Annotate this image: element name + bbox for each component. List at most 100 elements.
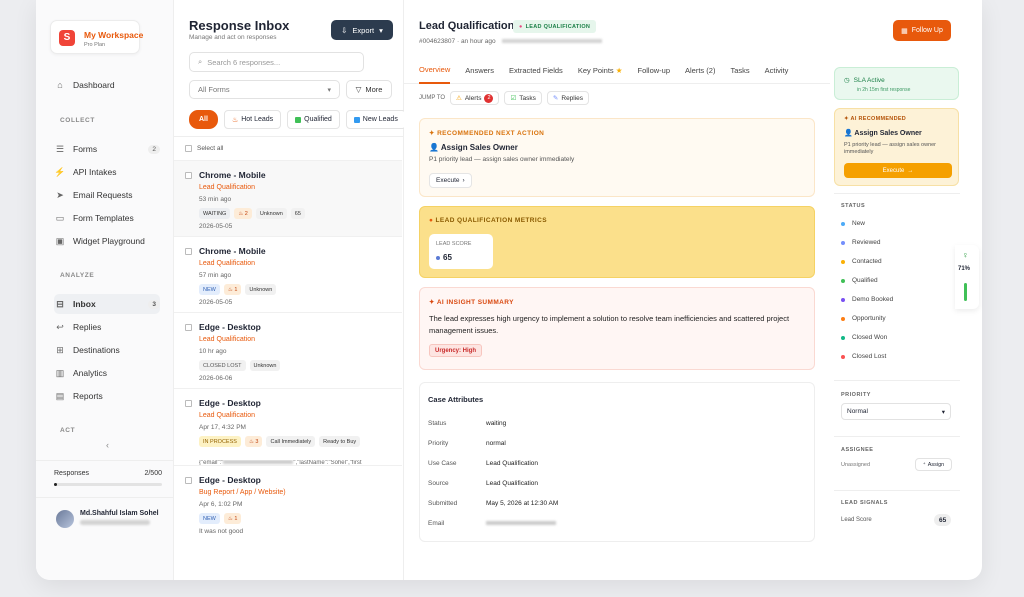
response-time: an hour ago	[460, 38, 496, 45]
chip-hot-leads[interactable]: ♨ Hot Leads	[223, 110, 282, 129]
item-badges: NEW ♨ 1	[199, 513, 242, 524]
sidebar-item-email-requests[interactable]: ➤ Email Requests	[54, 185, 160, 205]
card-heading: ✦ AI RECOMMENDED	[844, 116, 906, 122]
status-option-new[interactable]: New	[841, 220, 865, 227]
alert-count: 1	[234, 515, 238, 522]
signal-value: 65	[934, 514, 952, 526]
clock-icon: ◷	[844, 77, 850, 84]
jump-tasks[interactable]: ☑ Tasks	[504, 91, 542, 105]
tab-answers[interactable]: Answers	[465, 58, 494, 84]
chip-new-leads[interactable]: New Leads	[345, 110, 404, 129]
source-badge: Unknown	[249, 360, 281, 371]
sidebar-item-label: API Intakes	[73, 167, 117, 177]
quota-progress-fill	[54, 483, 58, 486]
checkbox[interactable]	[185, 172, 192, 179]
priority-value: Normal	[847, 408, 868, 415]
action-description: P1 priority lead — assign sales owner im…	[429, 156, 575, 163]
item-title: Edge - Desktop	[199, 322, 261, 332]
execute-button[interactable]: Execute ›	[429, 173, 472, 188]
list-item[interactable]: Chrome - Mobile Lead Qualification 57 mi…	[174, 236, 402, 312]
tab-overview[interactable]: Overview	[419, 58, 451, 84]
list-item[interactable]: Edge - Desktop Lead Qualification 10 hr …	[174, 312, 402, 388]
follow-up-button[interactable]: ▦ Follow Up	[893, 20, 951, 41]
tab-key-points[interactable]: Key Points ★	[578, 58, 623, 84]
checkbox[interactable]	[185, 400, 192, 407]
status-option-closed-won[interactable]: Closed Won	[841, 334, 887, 341]
search-input[interactable]: ⌕ Search 6 responses...	[189, 52, 364, 72]
tab-extracted-fields[interactable]: Extracted Fields	[509, 58, 563, 84]
report-icon: ▤	[55, 390, 65, 401]
assignee-heading: ASSIGNEE	[841, 447, 874, 453]
jump-replies[interactable]: ✎ Replies	[546, 91, 590, 105]
list-item[interactable]: Edge - Desktop Bug Report / App / Websit…	[174, 465, 402, 545]
attr-value	[486, 520, 556, 527]
status-option-qualified[interactable]: Qualified	[841, 277, 878, 284]
sidebar-item-form-templates[interactable]: ▭ Form Templates	[54, 208, 160, 228]
tab-activity[interactable]: Activity	[765, 58, 789, 84]
chip-all[interactable]: All	[189, 110, 218, 129]
more-filters-button[interactable]: ▽ More	[346, 80, 392, 99]
action-description: P1 priority lead — assign sales owner im…	[844, 142, 937, 155]
card-heading-text: LEAD QUALIFICATION METRICS	[435, 217, 547, 224]
attr-value: waiting	[486, 420, 507, 427]
flame-icon: ♨	[238, 210, 244, 217]
collapse-sidebar-icon[interactable]: ‹	[106, 440, 109, 450]
sidebar-item-destinations[interactable]: ⊞ Destinations	[54, 340, 160, 360]
assign-button[interactable]: ⁺ Assign	[915, 458, 952, 471]
list-item[interactable]: Edge - Desktop Lead Qualification Apr 17…	[174, 388, 402, 466]
priority-select[interactable]: Normal ▾	[841, 403, 951, 420]
flame-icon: ♨	[227, 286, 233, 293]
select-all[interactable]: Select all	[185, 145, 223, 152]
sidebar-item-analytics[interactable]: ▥ Analytics	[54, 363, 160, 383]
item-form-tag: Lead Qualification	[199, 412, 256, 419]
chip-qualified[interactable]: Qualified	[287, 110, 340, 129]
workspace-switcher[interactable]: S My Workspace Pro Plan	[50, 20, 144, 54]
send-icon: ➤	[56, 189, 64, 200]
tab-tasks[interactable]: Tasks	[730, 58, 749, 84]
card-heading: ● LEAD QUALIFICATION METRICS	[429, 217, 547, 224]
tab-label: Key Points	[577, 66, 614, 75]
checkbox[interactable]	[185, 477, 192, 484]
status-option-demo-booked[interactable]: Demo Booked	[841, 296, 893, 303]
jump-alerts[interactable]: ⚠ Alerts 2	[450, 91, 500, 105]
user-icon: 👤	[844, 130, 853, 137]
status-option-closed-lost[interactable]: Closed Lost	[841, 353, 886, 360]
jump-label: Alerts	[464, 94, 482, 102]
execute-button[interactable]: Execute →	[844, 163, 952, 178]
source-badge: Unknown	[255, 208, 287, 219]
user-profile[interactable]: Md.Shahful Islam Sohel	[36, 497, 174, 537]
sidebar-item-api-intakes[interactable]: ⚡ API Intakes	[54, 162, 160, 182]
sidebar-item-inbox[interactable]: ⊟ Inbox 3	[54, 294, 160, 314]
redacted-email	[223, 460, 294, 465]
tab-follow-up[interactable]: Follow-up	[638, 58, 671, 84]
status-option-contacted[interactable]: Contacted	[841, 258, 882, 265]
dot-icon	[436, 255, 440, 260]
section-analyze: ANALYZE	[60, 272, 95, 279]
tab-alerts[interactable]: Alerts (2)	[685, 58, 715, 84]
sidebar-item-widget-playground[interactable]: ▣ Widget Playground	[54, 231, 160, 251]
list-item[interactable]: Chrome - Mobile Lead Qualification 53 mi…	[174, 160, 402, 236]
checkbox[interactable]	[185, 324, 192, 331]
sidebar-item-dashboard[interactable]: ⌂ Dashboard	[54, 75, 160, 95]
home-icon: ⌂	[57, 80, 63, 90]
form-filter-select[interactable]: All Forms ▾	[189, 80, 340, 99]
page-subtitle: Manage and act on responses	[189, 34, 277, 41]
score-badge: 65	[290, 208, 305, 219]
divider	[834, 193, 960, 194]
status-option-opportunity[interactable]: Opportunity	[841, 315, 886, 322]
floating-progress-widget[interactable]: ♀ 71%	[955, 245, 979, 309]
checkbox[interactable]	[185, 145, 192, 152]
follow-up-label: Follow Up	[911, 27, 943, 34]
status-option-reviewed[interactable]: Reviewed	[841, 239, 881, 246]
sidebar-item-forms[interactable]: ☰ Forms 2	[54, 139, 160, 159]
response-id: #004623807	[419, 38, 456, 45]
sidebar-item-reports[interactable]: ▤ Reports	[54, 386, 160, 406]
chevron-down-icon: ▾	[941, 408, 945, 416]
export-button[interactable]: ⇩ Export ▾	[331, 20, 393, 40]
section-collect: COLLECT	[60, 117, 95, 124]
ai-recommended-card: ✦ AI RECOMMENDED 👤 Assign Sales Owner P1…	[834, 108, 959, 186]
sidebar: S My Workspace Pro Plan ⌂ Dashboard COLL…	[36, 0, 174, 580]
sidebar-item-replies[interactable]: ↩ Replies	[54, 317, 160, 337]
workspace-name: My Workspace	[84, 30, 144, 40]
checkbox[interactable]	[185, 248, 192, 255]
